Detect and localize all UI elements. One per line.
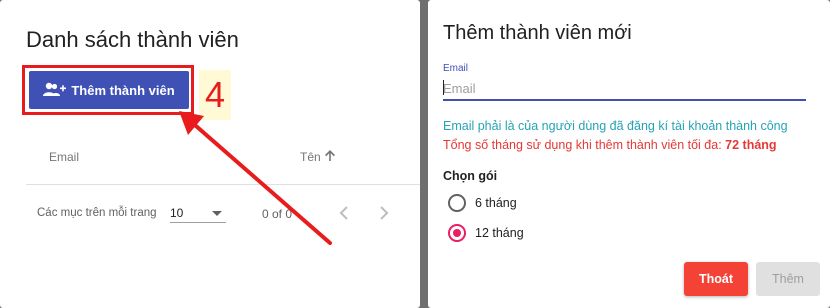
- member-list-dialog: Danh sách thành viên Thêm thành viên 4 E…: [0, 0, 420, 308]
- chevron-right-icon: [380, 206, 389, 220]
- max-months-notice: Tổng số tháng sử dụng khi thêm thành viê…: [443, 138, 777, 152]
- chevron-left-icon: [339, 206, 348, 220]
- items-per-page-label: Các mục trên mỗi trang: [37, 207, 157, 219]
- max-months-text: Tổng số tháng sử dụng khi thêm thành viê…: [443, 138, 722, 152]
- column-header-name[interactable]: Tên: [300, 150, 335, 164]
- email-field-label: Email: [443, 63, 469, 74]
- plan-label: Chọn gói: [443, 169, 498, 183]
- column-header-email[interactable]: Email: [49, 150, 79, 164]
- plan-12-months-label[interactable]: 12 tháng: [475, 226, 524, 240]
- previous-page-button[interactable]: [336, 204, 352, 222]
- add-member-button-label: Thêm thành viên: [71, 82, 175, 98]
- page-size-value: 10: [170, 206, 184, 220]
- plan-12-months-radio[interactable]: [448, 224, 466, 242]
- max-months-value: 72 tháng: [725, 138, 777, 152]
- add-member-button[interactable]: Thêm thành viên: [29, 71, 189, 109]
- add-member-dialog: Thêm thành viên mới Email Email phải là …: [428, 0, 830, 308]
- step-number-annotation: 4: [199, 70, 231, 120]
- plan-6-months-radio[interactable]: [448, 194, 466, 212]
- arrow-up-icon: [324, 150, 335, 164]
- email-hint: Email phải là của người dùng đã đăng kí …: [443, 119, 788, 133]
- member-list-title: Danh sách thành viên: [26, 27, 239, 52]
- table-header-divider: [26, 184, 420, 185]
- exit-button[interactable]: Thoát: [684, 262, 748, 296]
- dropdown-arrow-icon: [212, 211, 222, 216]
- column-header-name-label: Tên: [300, 150, 321, 164]
- next-page-button[interactable]: [376, 204, 392, 222]
- page-size-select[interactable]: 10: [170, 203, 226, 223]
- page-range-label: 0 of 0: [262, 207, 293, 221]
- plan-6-months-label[interactable]: 6 tháng: [475, 196, 517, 210]
- text-cursor: [443, 80, 444, 95]
- add-member-title: Thêm thành viên mới: [443, 22, 632, 44]
- add-submit-button[interactable]: Thêm: [756, 262, 820, 296]
- email-field[interactable]: [443, 77, 806, 101]
- person-add-icon: [43, 82, 67, 98]
